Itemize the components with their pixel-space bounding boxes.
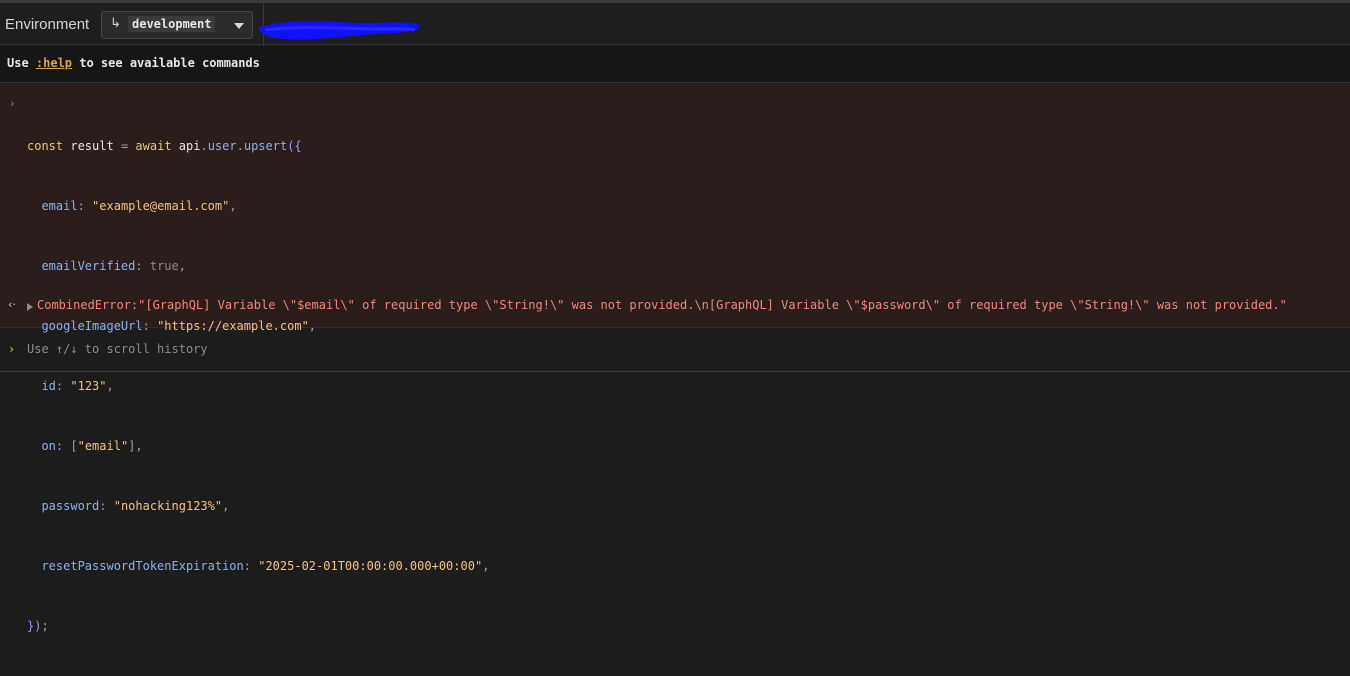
input-prompt-icon: ›: [8, 342, 16, 356]
toolbar: Environment ↳ development: [0, 0, 1350, 47]
help-command-link[interactable]: :help: [36, 56, 72, 70]
console-input[interactable]: › Use ↑/↓ to scroll history: [0, 329, 1350, 372]
code-line: resetPasswordTokenExpiration: "2025-02-0…: [41, 559, 490, 573]
help-prefix: Use: [7, 56, 36, 70]
console-entry: › const result = await api.user.upsert({…: [0, 84, 1350, 633]
code-line: });: [27, 619, 49, 633]
code-line: id: "123",: [41, 379, 114, 393]
redaction-scribble: [258, 21, 420, 40]
environment-value: development: [128, 16, 216, 32]
error-message: CombinedError:"[GraphQL] Variable \"$ema…: [37, 298, 1287, 312]
input-placeholder: Use ↑/↓ to scroll history: [27, 342, 208, 356]
expand-triangle-icon[interactable]: [27, 303, 33, 311]
chevron-down-icon[interactable]: [234, 23, 244, 29]
code-block[interactable]: const result = await api.user.upsert({ e…: [27, 96, 489, 676]
branch-icon: ↳: [110, 16, 121, 31]
help-suffix: to see available commands: [72, 56, 260, 70]
help-text: Use :help to see available commands: [7, 56, 260, 70]
code-line: on: ["email"],: [41, 439, 143, 453]
code-line: const result = await api.user.upsert({: [27, 139, 302, 153]
error-row[interactable]: ‹· CombinedError:"[GraphQL] Variable \"$…: [0, 296, 1350, 316]
result-arrow-icon: ‹·: [8, 298, 16, 311]
code-line: emailVerified: true,: [41, 259, 186, 273]
environment-label: Environment: [5, 16, 90, 33]
prompt-chevron-icon: ›: [9, 97, 16, 110]
code-line: password: "nohacking123%",: [41, 499, 230, 513]
environment-select[interactable]: ↳ development: [101, 11, 253, 39]
help-bar: Use :help to see available commands: [0, 46, 1350, 83]
code-line: email: "example@email.com",: [41, 199, 237, 213]
